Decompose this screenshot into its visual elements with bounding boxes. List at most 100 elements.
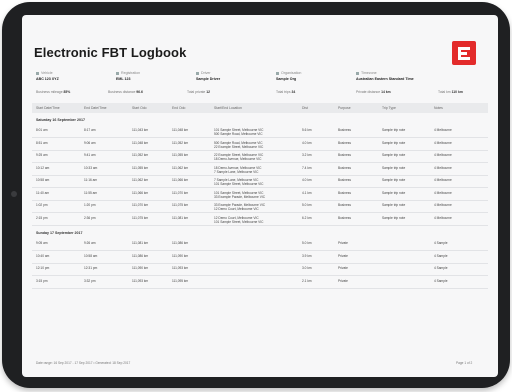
table-row[interactable]: 1:02 pm 1:20 pm 111,070 km 111,075 km 33 Exa…: [32, 200, 488, 213]
table-cell: Business: [338, 153, 351, 157]
column-header: Notes: [434, 106, 443, 110]
table-cell: 10:12 am: [36, 165, 50, 170]
table-cell: Sample trip note: [382, 140, 406, 145]
table-row[interactable]: 3:15 pm 3:32 pm 111,093 km 111,095 km 2.1 km…: [32, 276, 488, 289]
table-cell: Business: [338, 178, 351, 182]
table-row[interactable]: 9:25 am 9:41 am 111,052 km 111,055 km 22 Exa…: [32, 150, 488, 163]
section-heading: Sunday 17 September 2017: [36, 231, 83, 235]
table-cell: 6.2 km: [302, 215, 312, 220]
table-cell: 3.9 km: [302, 253, 312, 258]
column-header: Dist: [302, 106, 308, 110]
table-cell: 5.0 km: [302, 241, 312, 245]
table-cell: 111,048 km: [132, 140, 149, 145]
table-cell: 4 Melbourne: [434, 190, 452, 195]
table-row[interactable]: 8:51 am 9:06 am 111,048 km 111,052 km 500 Sa…: [32, 138, 488, 151]
table-cell: 11:16 am: [84, 178, 98, 182]
table-header: Start Date/Time End Date/Time Start Odo …: [32, 103, 488, 113]
table-cell: Sample trip note: [382, 128, 406, 132]
table-cell: 9:05 am: [36, 241, 48, 245]
table-cell: 7 Sample Lane, Melbourne VIC: [214, 169, 259, 174]
stat-private-distance: Private distance 14 km: [356, 90, 391, 94]
table-cell: 111,055 km: [172, 153, 189, 157]
table-cell: 12:31 pm: [84, 266, 98, 270]
footer-note: Date range: 16 Sep 2017 - 17 Sep 2017 • …: [36, 361, 131, 365]
column-header: End Odo: [172, 106, 186, 110]
table-cell: 4 Sample: [434, 253, 448, 258]
table-cell: 3:15 pm: [36, 278, 48, 283]
table-cell: Business: [338, 190, 351, 195]
column-header: Start Date/Time: [36, 106, 60, 110]
table-row[interactable]: 10:12 am 10:33 am 111,055 km 111,062 km 18 D…: [32, 163, 488, 176]
page-title: Electronic FBT Logbook: [34, 45, 187, 60]
table-cell: 3.0 km: [302, 266, 312, 270]
table-row[interactable]: 10:40 am 10:58 am 111,086 km 111,090 km 3.9 …: [32, 251, 488, 264]
table-cell: 4.0 km: [302, 140, 312, 145]
table-cell: 111,086 km: [172, 241, 189, 245]
table-cell: Private: [338, 241, 348, 245]
table-row[interactable]: 8:01 am 8:17 am 111,043 km 111,048 km 101 Sa…: [32, 125, 488, 138]
table-cell: 111,090 km: [172, 253, 189, 258]
table-cell: 111,055 km: [132, 165, 149, 170]
table-cell: 22 Example Street, Melbourne VIC: [214, 144, 264, 149]
meta-timezone: Timezone Australian Eastern Standard Tim…: [356, 71, 414, 81]
table-cell: 111,048 km: [172, 128, 189, 132]
table-cell: 4.1 km: [302, 190, 312, 195]
table-cell: 9:41 am: [84, 153, 96, 157]
table-cell: 111,066 km: [172, 178, 189, 182]
table-cell: 111,090 km: [132, 266, 149, 270]
table-cell: 111,081 km: [132, 241, 149, 245]
table-cell: 2.1 km: [302, 278, 312, 283]
table-cell: 18 Demo Avenue, Melbourne VIC: [214, 157, 262, 161]
table-cell: 111,075 km: [172, 203, 189, 207]
table-cell: Business: [338, 203, 351, 207]
page-indicator: Page 1 of 2: [456, 361, 473, 365]
table-cell: 111,066 km: [132, 190, 149, 195]
table-row[interactable]: 11:40 am 11:55 am 111,066 km 111,070 km 101 …: [32, 188, 488, 201]
stat-business-mileage: Business mileage 85%: [36, 90, 71, 94]
table-cell: Sample trip note: [382, 153, 406, 157]
table-cell: 9:25 am: [36, 153, 48, 157]
table-cell: Business: [338, 140, 351, 145]
stat-total-km: Total km 110 km: [438, 90, 463, 94]
table-cell: 111,052 km: [132, 153, 149, 157]
table-cell: 10:40 am: [36, 253, 50, 258]
table-cell: 11:55 am: [84, 190, 98, 195]
meta-driver: Driver Sample Driver: [196, 71, 221, 81]
table-cell: 4 Melbourne: [434, 215, 452, 220]
camera-dot: [11, 191, 17, 197]
column-header: End Date/Time: [84, 106, 107, 110]
table-cell: 8:51 am: [36, 140, 48, 145]
table-row[interactable]: 10:58 am 11:16 am 111,062 km 111,066 km 7 Sa…: [32, 175, 488, 188]
table-cell: 7.4 km: [302, 165, 312, 170]
table-cell: 10:58 am: [36, 178, 50, 182]
table-cell: 111,052 km: [172, 140, 189, 145]
table-cell: 9:06 am: [84, 140, 96, 145]
table-cell: 111,070 km: [132, 203, 149, 207]
table-cell: Private: [338, 253, 348, 258]
table-cell: 101 Sample Street, Melbourne VIC: [214, 219, 264, 224]
table-cell: 3:32 pm: [84, 278, 96, 283]
table-cell: 12 Demo Court, Melbourne VIC: [214, 207, 259, 211]
table-cell: 33 Example Parade, Melbourne VIC: [214, 194, 266, 199]
table-cell: 8:17 am: [84, 128, 96, 132]
table-row[interactable]: 9:05 am 9:26 am 111,081 km 111,086 km 5.0 km…: [32, 238, 488, 251]
table-cell: 4 Melbourne: [434, 203, 452, 207]
table-cell: Business: [338, 165, 351, 170]
table-cell: 4 Sample: [434, 278, 448, 283]
table-cell: 1:02 pm: [36, 203, 48, 207]
table-cell: 4 Melbourne: [434, 153, 452, 157]
table-cell: 111,081 km: [172, 215, 189, 220]
table-cell: Sample trip note: [382, 165, 406, 170]
table-cell: 111,075 km: [132, 215, 149, 220]
table-cell: 5.0 km: [302, 203, 312, 207]
table-row[interactable]: 2:15 pm 2:36 pm 111,075 km 111,081 km 12 Dem…: [32, 213, 488, 226]
table-cell: 11:40 am: [36, 190, 50, 195]
stat-business-distance: Business distance 96.6: [108, 90, 143, 94]
table-cell: 111,093 km: [172, 266, 189, 270]
column-header: Purpose: [338, 106, 351, 110]
table-cell: 111,086 km: [132, 253, 149, 258]
table-row[interactable]: 12:10 pm 12:31 pm 111,090 km 111,093 km 3.0 …: [32, 263, 488, 276]
meta-registration: Registration EML 123: [116, 71, 141, 81]
table-cell: 111,070 km: [172, 190, 189, 195]
table-cell: Sample trip note: [382, 215, 406, 220]
